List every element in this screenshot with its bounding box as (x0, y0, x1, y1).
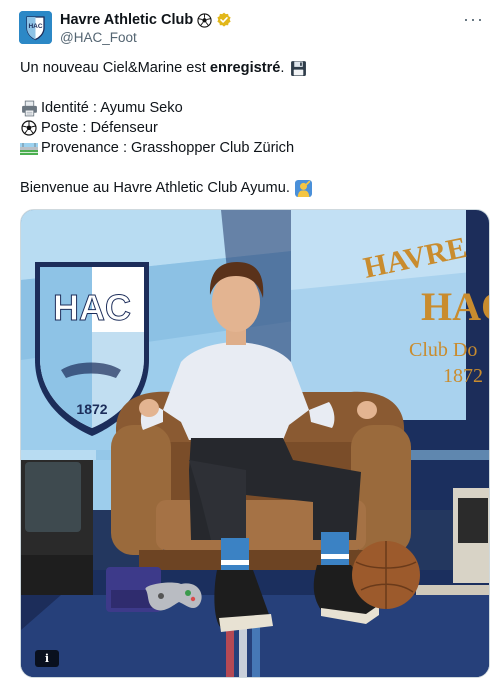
flag-right-text-2: HAC (421, 284, 490, 329)
announcement-text: Un nouveau Ciel&Marine est (20, 60, 210, 76)
more-options-button[interactable]: ··· (463, 10, 484, 28)
tweet-text: Un nouveau Ciel&Marine est enregistré . (20, 58, 480, 198)
position-text: Poste : Défenseur (41, 120, 158, 136)
account-avatar[interactable]: HAC (19, 11, 52, 44)
announcement-end-text: . (280, 60, 285, 76)
soccer-ball-icon (197, 12, 212, 28)
account-name-row: Havre Athletic Club (60, 12, 232, 28)
position-line: Poste : Défenseur (20, 118, 480, 138)
waving-person-icon (295, 179, 313, 197)
announcement-bold-text: enregistré (209, 60, 281, 76)
tweet-card[interactable]: HAC Havre Athletic Club @HAC_Foot ··· Un… (0, 0, 498, 680)
origin-line: Provenance : Grasshopper Club Zürich (20, 138, 480, 158)
svg-text:HAC: HAC (28, 23, 42, 30)
flag-left-year: 1872 (76, 401, 107, 417)
flag-right-text-3: Club Do (409, 339, 477, 361)
announcement-line: Un nouveau Ciel&Marine est enregistré . (20, 58, 480, 78)
welcome-text: Bienvenue au Havre Athletic Club Ayumu. (20, 180, 290, 196)
identity-text: Identité : Ayumu Seko (41, 100, 183, 116)
account-handle[interactable]: @HAC_Foot (60, 30, 137, 45)
origin-text: Provenance : Grasshopper Club Zürich (41, 140, 295, 156)
welcome-line: Bienvenue au Havre Athletic Club Ayumu. (20, 178, 480, 198)
printer-icon (20, 99, 38, 117)
identity-line: Identité : Ayumu Seko (20, 98, 480, 118)
soccer-ball-icon (20, 119, 38, 137)
stadium-icon (20, 139, 38, 157)
media-info-button[interactable]: i (35, 650, 59, 667)
floppy-disk-icon (289, 59, 307, 77)
flag-left-text: HAC (53, 287, 131, 328)
player-photo: HAVRE HAC Club Do 1872 HAC 1872 (21, 210, 490, 677)
flag-right-text-4: 1872 (443, 365, 483, 387)
hac-crest-icon: HAC (19, 11, 52, 44)
tweet-media-photo[interactable]: HAVRE HAC Club Do 1872 HAC 1872 (20, 209, 490, 678)
display-name[interactable]: Havre Athletic Club (60, 12, 193, 28)
verified-badge-icon (217, 12, 231, 27)
